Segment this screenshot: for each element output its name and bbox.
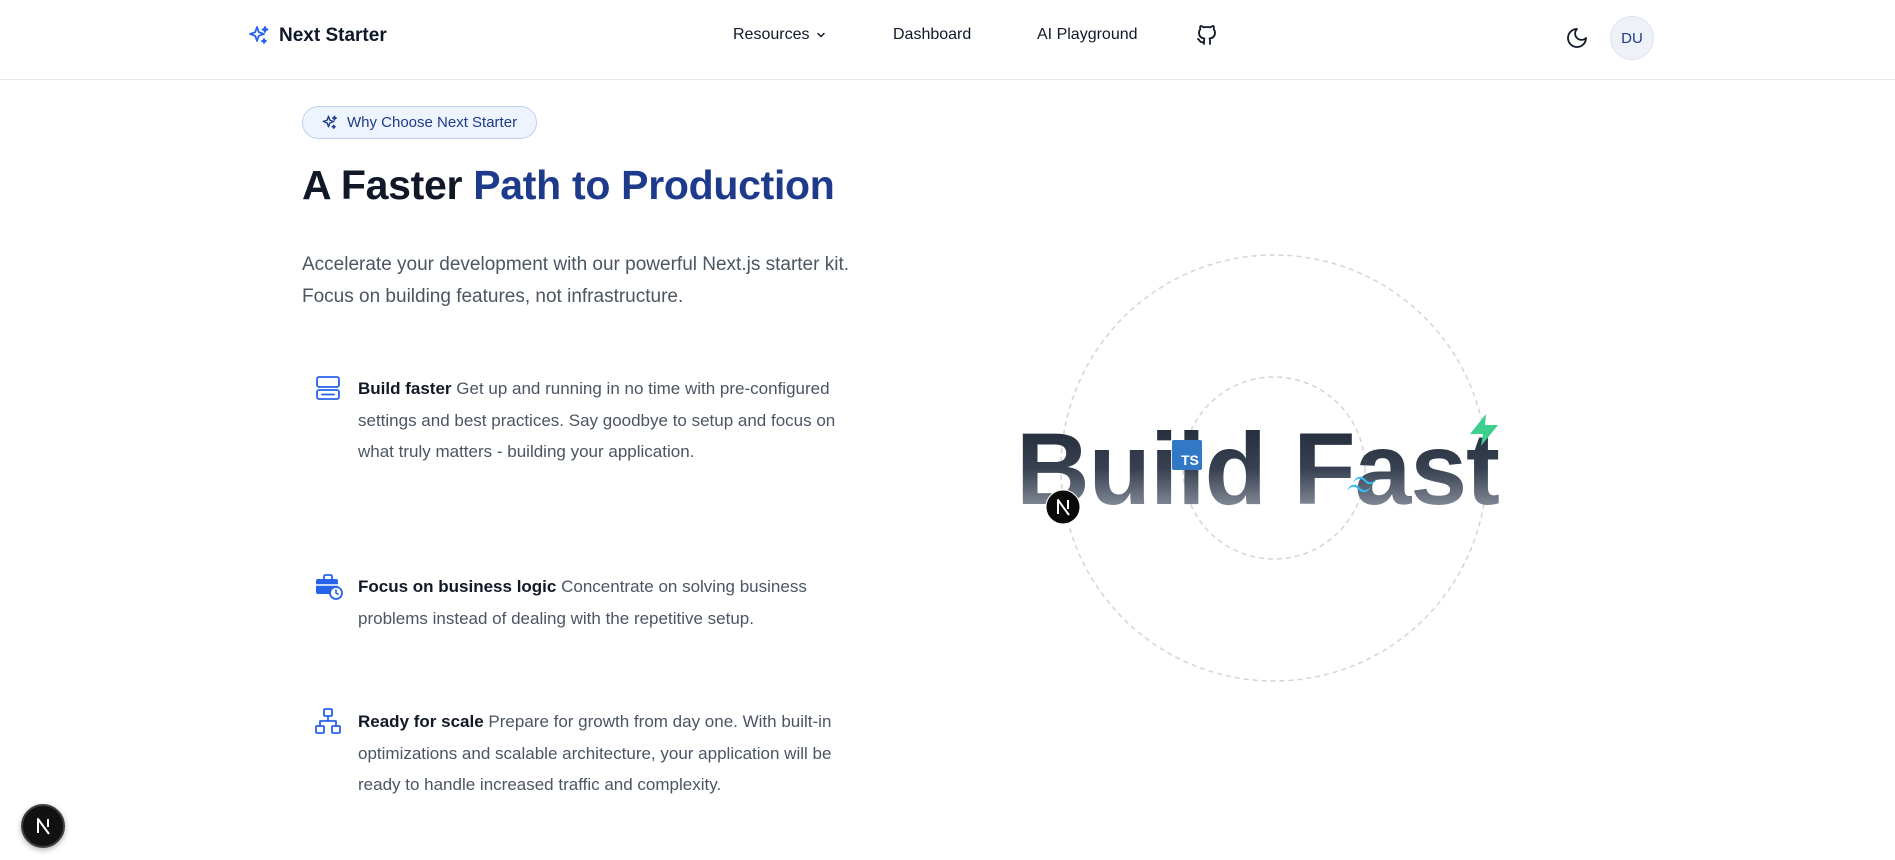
feature-item: Focus on business logic Concentrate on s… xyxy=(313,571,858,634)
nav-ai-playground-link[interactable]: AI Playground xyxy=(1037,26,1138,44)
supabase-icon xyxy=(1470,414,1498,446)
briefcase-clock-icon xyxy=(316,574,343,600)
sparkles-icon xyxy=(322,115,338,129)
nav-resources-dropdown[interactable]: Resources xyxy=(733,26,827,44)
brand-link[interactable]: Next Starter xyxy=(247,24,387,48)
nextjs-icon xyxy=(37,818,50,835)
feature-title: Ready for scale xyxy=(358,712,484,731)
feature-text: Ready for scale Prepare for growth from … xyxy=(358,706,858,801)
github-icon xyxy=(1197,25,1216,45)
theme-toggle-button[interactable] xyxy=(1565,26,1589,55)
title-plain: A Faster xyxy=(302,162,474,208)
title-accent: Path to Production xyxy=(473,162,835,208)
typescript-icon: TS xyxy=(1172,440,1202,470)
network-icon xyxy=(315,708,341,734)
server-icon xyxy=(316,376,340,400)
sparkles-icon xyxy=(249,26,269,44)
feature-text: Focus on business logic Concentrate on s… xyxy=(358,571,858,634)
user-avatar-button[interactable]: DU xyxy=(1610,16,1654,60)
badge-label: Why Choose Next Starter xyxy=(347,114,518,131)
brand-name: Next Starter xyxy=(279,25,387,46)
hero-subtitle: Accelerate your development with our pow… xyxy=(302,254,850,307)
ts-badge-label: TS xyxy=(1181,452,1199,468)
nav-dashboard-link[interactable]: Dashboard xyxy=(893,26,971,44)
nextjs-dev-tools-button[interactable] xyxy=(21,804,65,848)
chevron-down-icon xyxy=(817,32,826,38)
tailwind-icon xyxy=(1347,476,1377,493)
feature-text: Build faster Get up and running in no ti… xyxy=(358,373,858,468)
nextjs-icon xyxy=(1045,489,1081,525)
feature-title: Build faster xyxy=(358,379,452,398)
github-link[interactable] xyxy=(1195,23,1219,47)
hero-illustration: Build Fast TS xyxy=(1000,240,1560,700)
nav-resources-label: Resources xyxy=(733,26,810,43)
why-choose-badge: Why Choose Next Starter xyxy=(302,106,538,139)
feature-title: Focus on business logic xyxy=(358,577,557,596)
moon-icon xyxy=(1567,28,1587,48)
top-navbar: Next Starter Resources Dashboard AI Play… xyxy=(0,0,1895,80)
page-title: A Faster Path to Production xyxy=(302,162,835,209)
build-fast-headline: Build Fast xyxy=(1016,412,1500,526)
feature-item: Ready for scale Prepare for growth from … xyxy=(313,706,858,801)
feature-item: Build faster Get up and running in no ti… xyxy=(313,373,858,468)
